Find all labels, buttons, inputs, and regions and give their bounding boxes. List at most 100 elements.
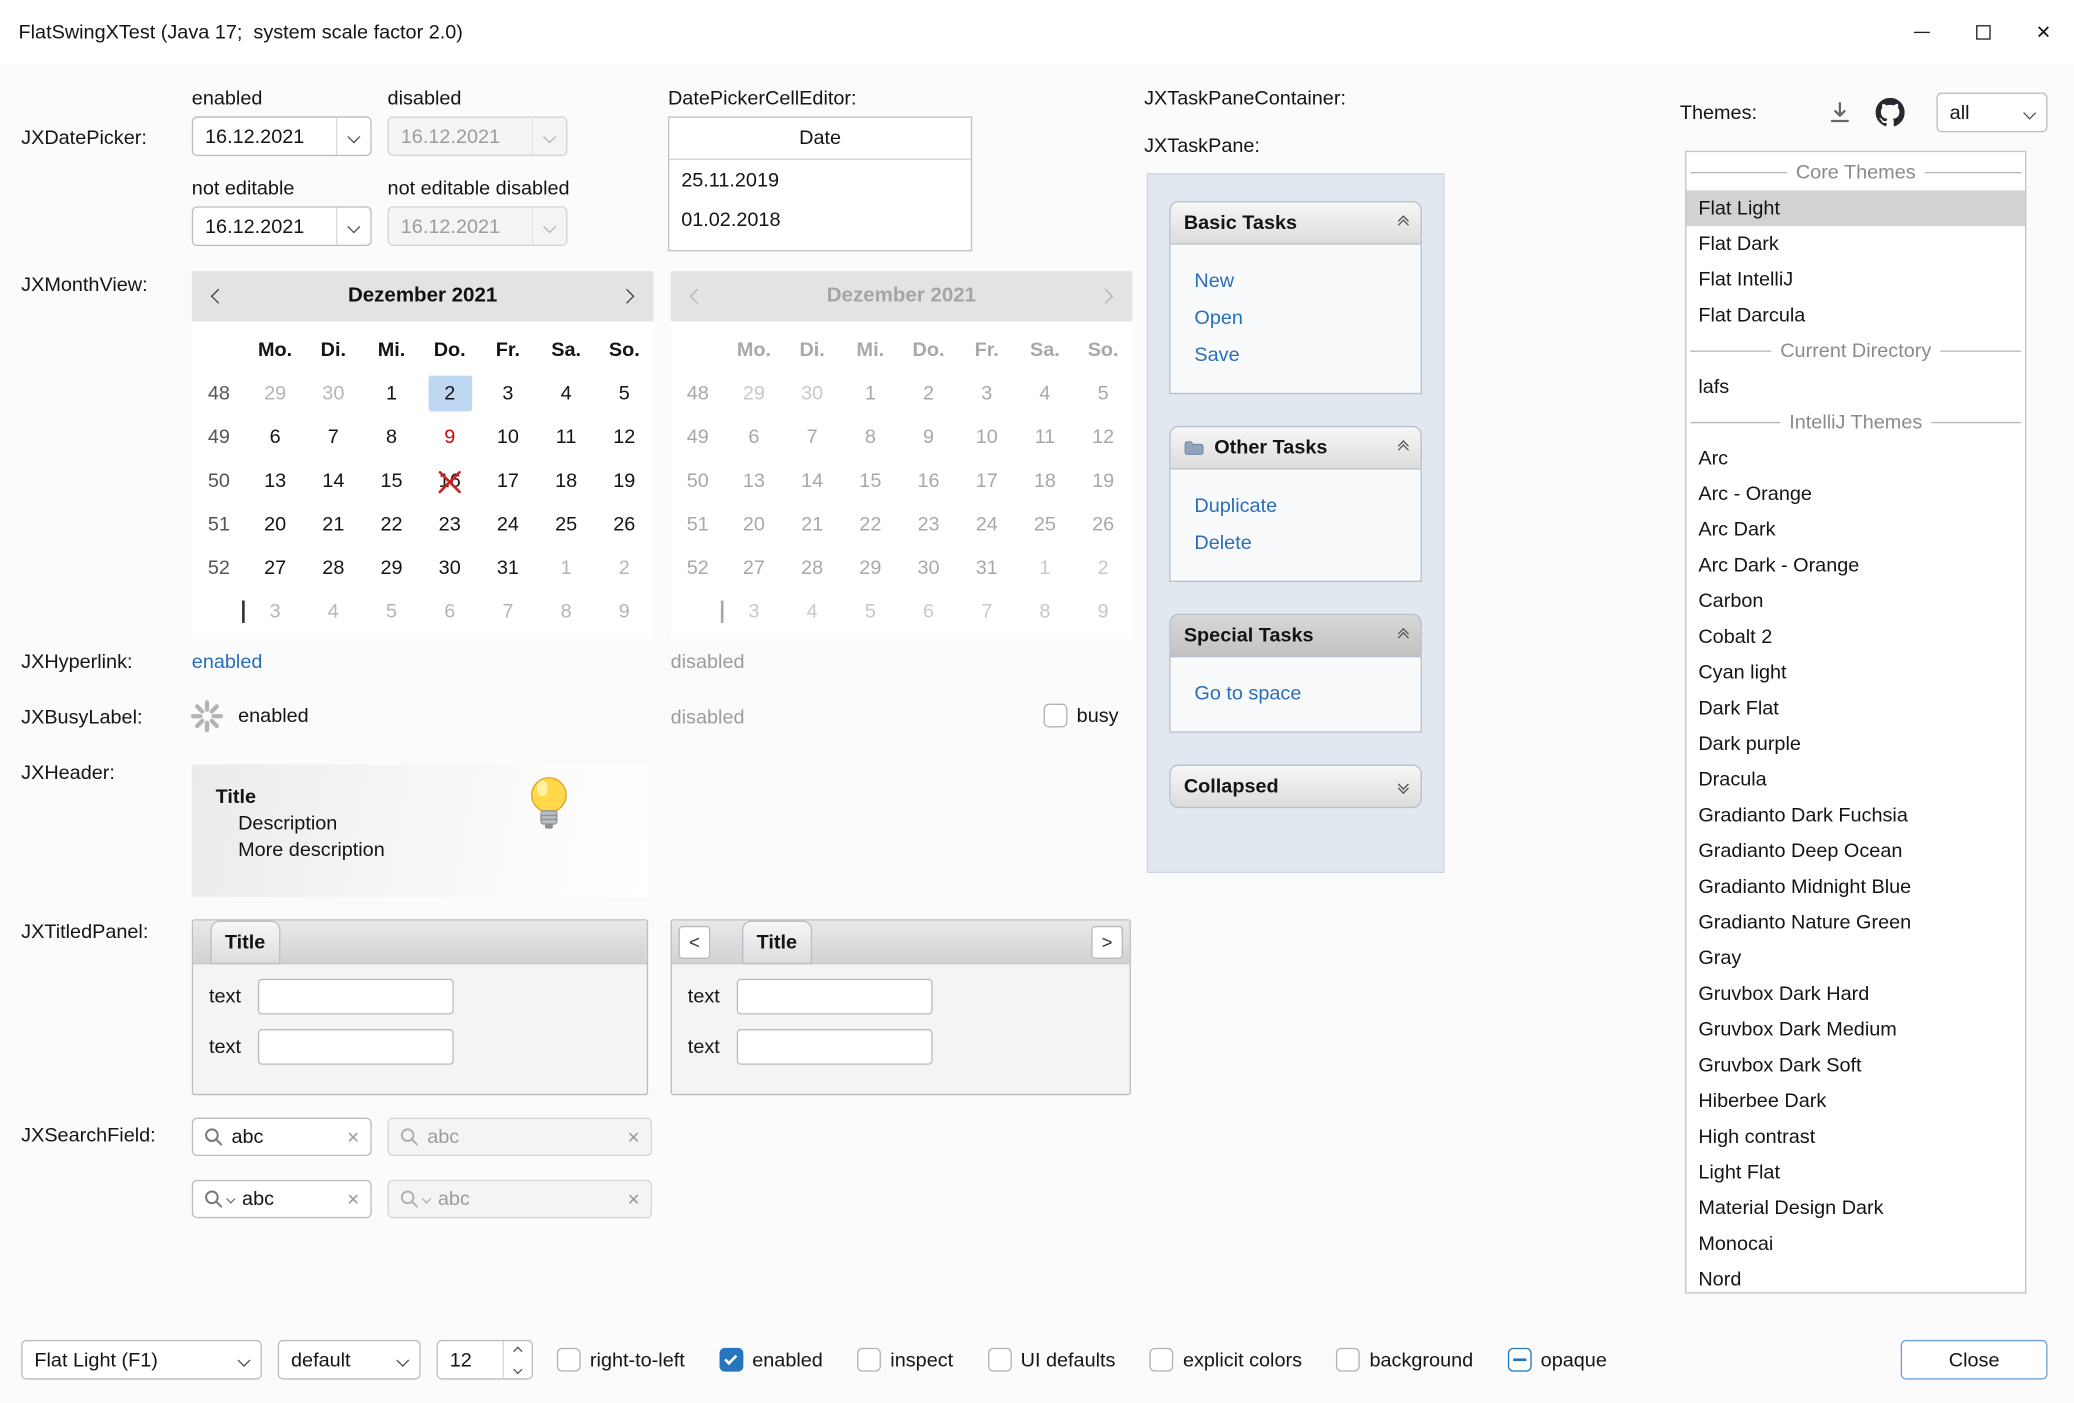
calendar-day-cell[interactable]: 7 [304,415,362,459]
titled-panel-right-button[interactable]: > [1091,925,1123,958]
theme-list-item[interactable]: Flat Light [1686,190,2025,226]
calendar-day-cell[interactable]: 4 [537,372,595,416]
calendar-day-cell[interactable]: 19 [595,459,653,503]
text-input[interactable] [258,1029,454,1065]
calendar-day-cell[interactable]: 30 [421,546,479,590]
theme-list-item[interactable]: Carbon [1686,583,2025,619]
lookandfeel-combo[interactable]: Flat Light (F1) [21,1340,262,1380]
calendar-day-cell[interactable]: 29 [362,546,420,590]
clear-icon[interactable]: ✕ [346,1190,359,1209]
theme-list-item[interactable]: Gradianto Midnight Blue [1686,869,2025,905]
checkbox-enabled[interactable]: enabled [719,1348,823,1372]
theme-list-item[interactable]: Gray [1686,940,2025,976]
text-input[interactable] [737,979,933,1015]
calendar-day-cell[interactable]: 31 [479,546,537,590]
minimize-button[interactable] [1891,0,1952,63]
calendar-day-cell[interactable]: 29 [246,372,304,416]
maximize-button[interactable] [1952,0,2013,63]
text-input[interactable] [258,979,454,1015]
calendar-day-cell[interactable]: 7 [479,590,537,634]
checkbox-ui-defaults[interactable]: UI defaults [988,1348,1116,1372]
calendar-day-cell[interactable]: 4 [304,590,362,634]
theme-list-item[interactable]: Gradianto Dark Fuchsia [1686,798,2025,834]
theme-list-item[interactable]: Gruvbox Dark Soft [1686,1048,2025,1084]
checkbox-right-to-left[interactable]: right-to-left [557,1348,685,1372]
calendar-day-cell[interactable]: 18 [537,459,595,503]
calendar-day-cell[interactable]: 9 [595,590,653,634]
checkbox-explicit-colors[interactable]: explicit colors [1150,1348,1302,1372]
theme-list-item[interactable]: Monocai [1686,1226,2025,1262]
calendar-day-cell[interactable]: 14 [304,459,362,503]
theme-list-item[interactable]: Gruvbox Dark Medium [1686,1012,2025,1048]
calendar-day-cell[interactable]: 3 [246,590,304,634]
calendar-day-cell[interactable]: 6 [246,415,304,459]
calendar-day-cell[interactable]: 30 [304,372,362,416]
calendar-day-cell[interactable]: 26 [595,503,653,547]
font-combo[interactable]: default [278,1340,421,1380]
calendar-day-cell[interactable]: 28 [304,546,362,590]
calendar-day-cell[interactable]: 16 [421,459,479,503]
taskpane-action[interactable]: Open [1194,300,1420,337]
text-input[interactable] [737,1029,933,1065]
taskpane-action[interactable]: Delete [1194,525,1420,562]
theme-list-item[interactable]: Material Design Dark [1686,1190,2025,1226]
calendar-day-cell[interactable]: 27 [246,546,304,590]
datepicker-enabled[interactable]: 16.12.2021 [192,116,372,156]
checkbox-inspect[interactable]: inspect [857,1348,953,1372]
theme-list-item[interactable]: Flat IntelliJ [1686,262,2025,298]
clear-icon[interactable]: ✕ [346,1128,359,1147]
calendar-day-cell[interactable]: 1 [362,372,420,416]
theme-list-item[interactable]: Nord [1686,1262,2025,1294]
calendar-day-cell[interactable]: 13 [246,459,304,503]
search-value[interactable]: abc [242,1188,338,1210]
theme-list-item[interactable]: Dracula [1686,762,2025,798]
calendar-day-cell[interactable]: 9 [421,415,479,459]
table-row[interactable]: 01.02.2018 [669,200,971,240]
datepicker-not-editable[interactable]: 16.12.2021 [192,206,372,246]
taskpane-header[interactable]: Other Tasks [1169,426,1422,470]
titled-panel-left-button[interactable]: < [679,925,711,958]
calendar-day-cell[interactable]: 2 [421,372,479,416]
download-themes-button[interactable] [1823,95,1857,129]
date-column-header[interactable]: Date [669,118,971,160]
github-button[interactable] [1873,95,1907,129]
calendar-day-cell[interactable]: 21 [304,503,362,547]
font-size-spinner[interactable]: 12 [436,1340,533,1380]
calendar-day-cell[interactable]: 12 [595,415,653,459]
theme-list-item[interactable]: Gruvbox Dark Hard [1686,976,2025,1012]
taskpane-header[interactable]: Collapsed [1169,765,1422,809]
spinner-down-button[interactable] [504,1360,532,1379]
table-row[interactable]: 25.11.2019 [669,160,971,200]
taskpane-header[interactable]: Special Tasks [1169,614,1422,658]
taskpane-action[interactable]: Save [1194,337,1420,374]
search-menu-chevron-icon[interactable] [226,1194,235,1203]
datepicker-dropdown-button[interactable] [336,208,370,245]
calendar-day-cell[interactable]: 15 [362,459,420,503]
calendar-day-cell[interactable]: 5 [362,590,420,634]
datepicker-value[interactable]: 16.12.2021 [193,125,336,147]
theme-list-item[interactable]: Flat Darcula [1686,298,2025,334]
theme-list-item[interactable]: Hiberbee Dark [1686,1083,2025,1119]
checkbox-opaque[interactable]: opaque [1508,1348,1607,1372]
calendar-day-cell[interactable]: 11 [537,415,595,459]
calendar-day-cell[interactable]: 23 [421,503,479,547]
calendar-day-cell[interactable]: 25 [537,503,595,547]
theme-list-item[interactable]: Dark purple [1686,726,2025,762]
calendar-day-cell[interactable]: 8 [537,590,595,634]
theme-list-item[interactable]: Arc Dark - Orange [1686,548,2025,584]
calendar-day-cell[interactable]: 20 [246,503,304,547]
themes-filter-combo[interactable]: all [1936,93,2047,133]
spinner-up-button[interactable] [504,1341,532,1360]
close-button[interactable]: Close [1901,1340,2048,1380]
calendar-day-cell[interactable]: 17 [479,459,537,503]
theme-list-item[interactable]: High contrast [1686,1119,2025,1155]
search-field-enabled[interactable]: abc ✕ [192,1118,372,1156]
datepicker-dropdown-button[interactable] [336,118,370,155]
theme-list-item[interactable]: Flat Dark [1686,226,2025,262]
taskpane-action[interactable]: Go to space [1194,676,1420,713]
calendar-day-cell[interactable]: 10 [479,415,537,459]
taskpane-action[interactable]: New [1194,263,1420,300]
calendar-day-cell[interactable]: 1 [537,546,595,590]
next-month-button[interactable] [608,278,645,315]
checkbox-background[interactable]: background [1336,1348,1473,1372]
